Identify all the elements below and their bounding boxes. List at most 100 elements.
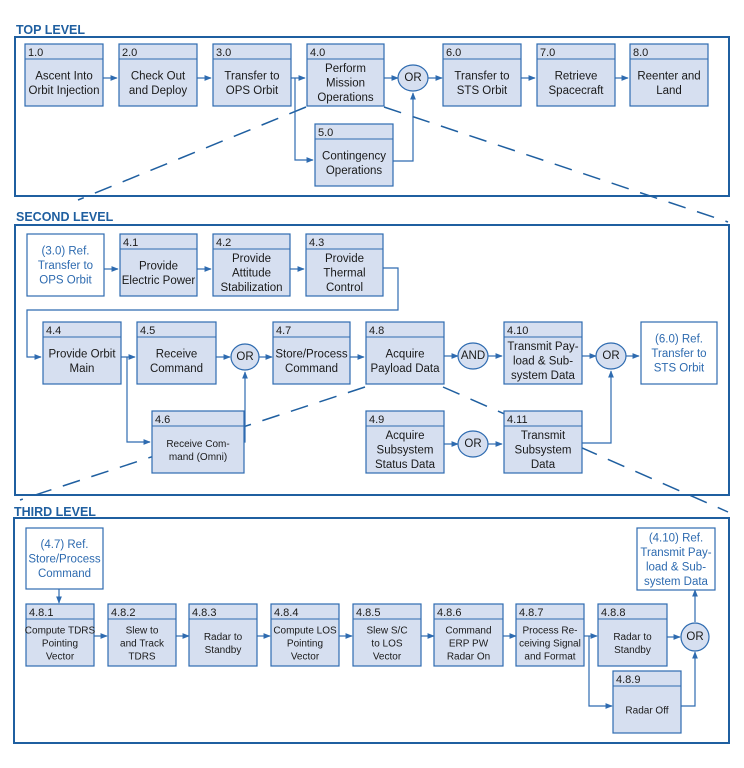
- box-id: 4.8.5: [356, 607, 380, 619]
- box-label-line: OPS Orbit: [226, 85, 279, 97]
- box-label-line: Radar to: [613, 632, 652, 643]
- box-label-line: Payload Data: [370, 363, 440, 375]
- box-label-line: Store/Process: [275, 348, 347, 360]
- box-label-line: ERP PW: [449, 639, 489, 650]
- function-box-n4-4[interactable]: 4.4 Provide Orbit Main: [42, 321, 122, 385]
- box-label-line: Transmit: [521, 430, 566, 442]
- box-label-line: system Data: [644, 576, 709, 588]
- box-label-line: Transfer to: [454, 70, 509, 82]
- box-id: 4.8.9: [616, 674, 640, 686]
- box-label-line: and Track: [120, 639, 165, 650]
- box-label-line: (6.0) Ref.: [655, 334, 703, 346]
- function-box-n4-8-5[interactable]: 4.8.5 Slew S/C to LOS Vector: [352, 603, 422, 667]
- function-box-n4-8-6[interactable]: 4.8.6 Command ERP PW Radar On: [433, 603, 504, 667]
- reference-box-ref4-7[interactable]: (4.7) Ref. Store/Process Command: [25, 527, 104, 590]
- box-label-line: Radar to: [204, 632, 243, 643]
- box-label-line: Process Re-: [522, 626, 577, 637]
- function-box-n4-9[interactable]: 4.9Acquire Subsystem Status Data: [365, 410, 445, 474]
- box-label-line: Operations: [326, 165, 383, 177]
- box-label-line: Electric Power: [122, 275, 196, 287]
- box-id: 4.3: [309, 237, 324, 249]
- function-box-n4-11[interactable]: 4.11 Transmit Subsystem Data: [503, 410, 583, 474]
- box-label-line: Command: [150, 363, 203, 375]
- gate-label: OR: [602, 350, 619, 362]
- box-label-line: Transmit Pay-: [640, 547, 711, 559]
- box-label-line: Transfer to: [651, 348, 706, 360]
- third-level-title: THIRD LEVEL: [14, 505, 96, 519]
- box-label-line: Vector: [46, 652, 75, 663]
- box-label-line: Provide Orbit: [48, 348, 116, 360]
- box-label-line: Store/Process: [28, 554, 100, 566]
- reference-box-ref6-0[interactable]: (6.0) Ref. Transfer to STS Orbit: [640, 321, 718, 385]
- box-id: 4.8.4: [274, 607, 298, 619]
- box-label-line: and Format: [524, 652, 575, 663]
- function-box-n4-6[interactable]: 4.6 Receive Com-mand (Omni): [151, 410, 245, 474]
- function-box-n4-8-4[interactable]: 4.8.4 Compute LOS Pointing Vector: [270, 603, 340, 667]
- second-level-title: SECOND LEVEL: [16, 210, 114, 224]
- function-box-n5-0[interactable]: 5.0 Contingency Operations: [314, 123, 394, 187]
- box-label-line: Radar On: [447, 652, 490, 663]
- box-label-line: Subsystem: [377, 445, 434, 457]
- gate-label: OR: [404, 72, 421, 84]
- functional-flow-diagram: TOP LEVEL SECOND LEVEL THIRD LEVEL 1.0As…: [13, 23, 730, 744]
- gate-label: OR: [464, 438, 481, 450]
- box-id: 4.10: [507, 325, 528, 337]
- box-id: 4.8.7: [519, 607, 543, 619]
- function-box-n4-8-3[interactable]: 4.8.3 Radar to Standby: [188, 603, 258, 667]
- box-label-line: Compute TDRS: [25, 626, 96, 637]
- box-id: 4.11: [507, 414, 528, 426]
- box-id: 4.8.2: [111, 607, 135, 619]
- box-label-line: Pointing: [287, 639, 323, 650]
- function-box-n4-8-8[interactable]: 4.8.8 Radar to Standby: [597, 603, 668, 667]
- box-label-line: Perform: [325, 63, 366, 75]
- logic-gate-or: OR: [680, 622, 710, 652]
- box-label-line: Spacecraft: [549, 85, 605, 97]
- box-label-line: Command: [285, 363, 338, 375]
- expansion-line-right-top: [383, 106, 729, 223]
- function-box-n4-8-2[interactable]: 4.8.2 Slew to and Track TDRS: [107, 603, 177, 667]
- box-label-line: load & Sub-: [513, 356, 573, 368]
- box-id: 4.8.8: [601, 607, 625, 619]
- box-label-line: Standby: [205, 645, 242, 656]
- function-box-n4-8-7[interactable]: 4.8.7 Process Re-ceiving Signal and Format: [515, 603, 585, 667]
- box-id: 4.6: [155, 414, 170, 426]
- function-box-n4-8-9[interactable]: 4.8.9 Radar Off: [612, 670, 682, 734]
- box-label-line: Pointing: [42, 639, 78, 650]
- logic-gate-and: AND: [457, 342, 489, 370]
- box-id: 4.8.6: [437, 607, 461, 619]
- function-box-n2-0[interactable]: 2.0 Check Out and Deploy: [118, 43, 198, 107]
- function-box-n4-8[interactable]: 4.8Acquire Payload Data: [365, 321, 445, 385]
- box-id: 1.0: [28, 47, 43, 59]
- box-label-line: load & Sub-: [646, 561, 706, 573]
- box-label-line: TDRS: [128, 652, 156, 663]
- box-id: 5.0: [318, 127, 333, 139]
- box-label-line: Provide: [325, 253, 364, 265]
- nodes: 1.0 Ascent Into Orbit Injection 2.0 Check Ou…: [24, 43, 718, 734]
- box-label-line: (4.10) Ref.: [649, 532, 703, 544]
- function-box-n3-0[interactable]: 3.0 Transfer to OPS Orbit: [212, 43, 292, 107]
- function-box-n4-5[interactable]: 4.5Receive Command: [136, 321, 217, 385]
- function-box-n4-10[interactable]: 4.10 Transmit Pay-load & Sub-system Data: [503, 321, 583, 385]
- box-id: 4.7: [276, 325, 291, 337]
- function-box-n6-0[interactable]: 6.0 Transfer to STS Orbit: [442, 43, 522, 107]
- function-box-n1-0[interactable]: 1.0 Ascent Into Orbit Injection: [24, 43, 104, 107]
- function-box-n4-3[interactable]: 4.3Provide Thermal Control: [305, 233, 384, 297]
- reference-box-ref3-0[interactable]: (3.0) Ref. Transfer to OPS Orbit: [26, 233, 105, 297]
- function-box-n7-0[interactable]: 7.0Retrieve Spacecraft: [536, 43, 616, 107]
- box-id: 3.0: [216, 47, 231, 59]
- box-label-line: Subsystem: [515, 445, 572, 457]
- box-label-line: Acquire: [386, 348, 425, 360]
- box-label-line: OPS Orbit: [39, 275, 92, 287]
- function-box-n4-8-1[interactable]: 4.8.1 Compute TDRS Pointing Vector: [25, 603, 96, 667]
- function-box-n4-0[interactable]: 4.0Perform Mission Operations: [306, 43, 385, 107]
- reference-box-ref4-10[interactable]: (4.10) Ref. Transmit Pay-load & Sub-syste…: [636, 527, 716, 591]
- function-box-n4-2[interactable]: 4.2Provide Attitude Stabilization: [212, 233, 291, 297]
- function-box-n4-7[interactable]: 4.7 Store/Process Command: [272, 321, 351, 385]
- box-label-line: STS Orbit: [654, 363, 705, 375]
- box-label-line: Orbit Injection: [29, 85, 100, 97]
- function-box-n4-1[interactable]: 4.1Provide Electric Power: [119, 233, 198, 297]
- box-label-line: Slew to: [126, 626, 159, 637]
- box-id: 4.2: [216, 237, 231, 249]
- function-box-n8-0[interactable]: 8.0 Reenter and Land: [629, 43, 709, 107]
- box-id: 8.0: [633, 47, 648, 59]
